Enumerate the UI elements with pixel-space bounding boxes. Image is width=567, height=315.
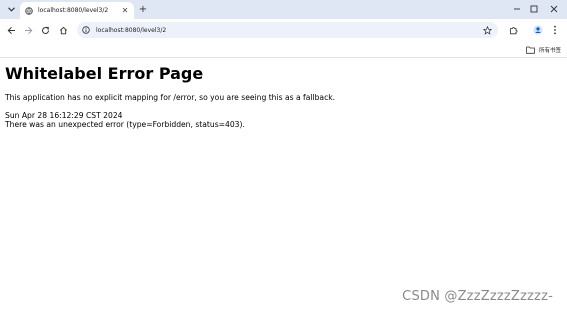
close-window-button[interactable] [544,2,564,16]
reload-icon [41,26,49,34]
page-title: Whitelabel Error Page [5,64,204,83]
close-icon [550,5,558,13]
minimize-icon [514,8,520,10]
active-tab[interactable]: localhost:8080/level3/2 ✕ [20,2,134,19]
tab-search-button[interactable] [4,3,18,16]
globe-icon [25,6,33,15]
bookmarks-bar: 所有书签 [0,41,567,58]
tab-strip: localhost:8080/level3/2 ✕ + [0,0,567,19]
extensions-button[interactable] [506,23,520,37]
reload-button[interactable] [38,23,52,37]
tab-close-icon[interactable]: ✕ [121,6,129,15]
arrow-right-icon [24,26,32,34]
forward-button[interactable] [21,23,35,37]
menu-button[interactable] [548,23,562,37]
error-detail: There was an unexpected error (type=Forb… [5,120,245,129]
folder-icon [526,46,535,54]
back-button[interactable] [4,23,18,37]
home-button[interactable] [56,23,70,37]
browser-toolbar: localhost:8080/level3/2 [0,19,567,41]
avatar-icon [533,25,543,35]
maximize-icon [530,5,538,13]
arrow-left-icon [7,26,15,34]
url-text: localhost:8080/level3/2 [96,26,167,34]
all-bookmarks-button[interactable]: 所有书签 [526,44,561,55]
new-tab-button[interactable]: + [137,3,149,16]
watermark: CSDN @ZzzZzzzZzzzz- [402,289,553,304]
error-timestamp: Sun Apr 28 16:12:29 CST 2024 [5,111,123,120]
address-bar[interactable]: localhost:8080/level3/2 [77,22,498,38]
chevron-down-icon [7,7,15,12]
maximize-button[interactable] [524,2,544,16]
bookmark-star-icon[interactable] [482,25,492,35]
page-content: Whitelabel Error Page This application h… [5,58,565,129]
tab-title: localhost:8080/level3/2 [38,7,109,14]
home-icon [59,26,67,34]
info-icon [82,26,90,34]
puzzle-icon [509,26,517,34]
all-bookmarks-label: 所有书签 [538,47,561,54]
more-vert-icon [554,25,556,35]
error-description: This application has no explicit mapping… [5,93,336,102]
profile-button[interactable] [531,23,545,37]
